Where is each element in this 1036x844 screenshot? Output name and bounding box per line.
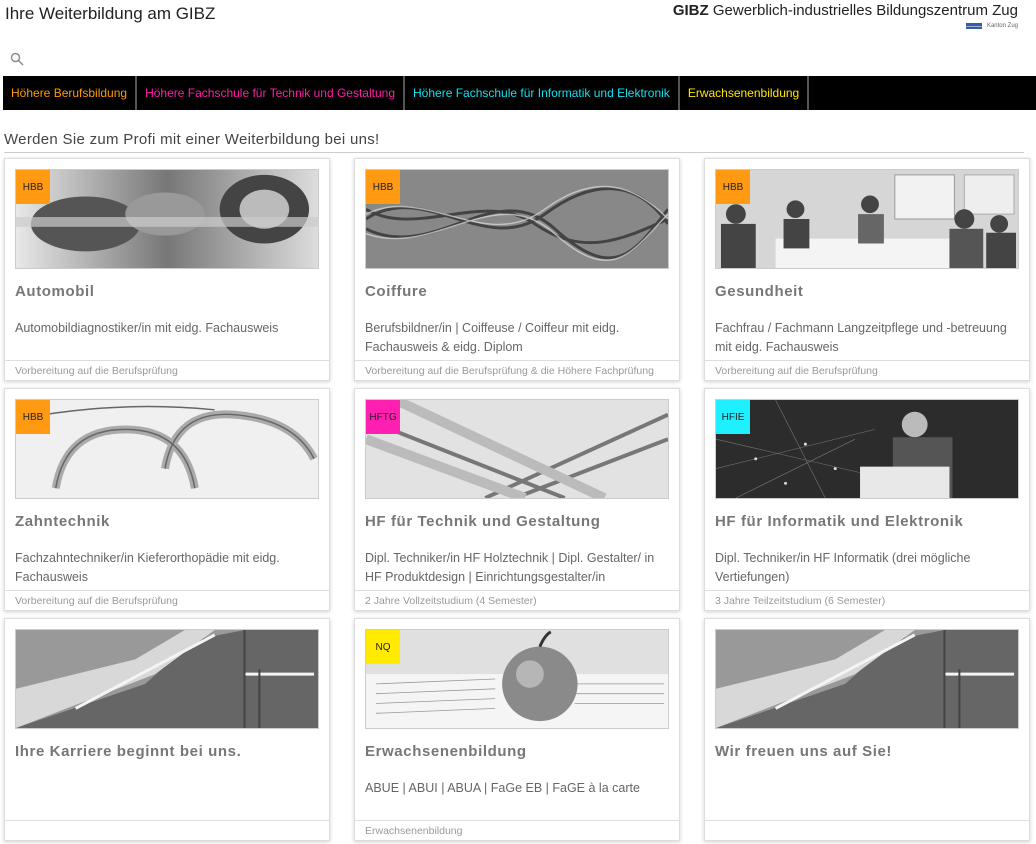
card-image[interactable]: NQ <box>365 629 669 729</box>
category-badge: HBB <box>366 170 400 204</box>
card-title[interactable]: HF für Technik und Gestaltung <box>365 513 600 530</box>
card-title[interactable]: Automobil <box>15 283 95 300</box>
nav-hf-technik-gestaltung[interactable]: Höhere Fachschule für Technik und Gestal… <box>137 76 406 110</box>
site-header: Ihre Weiterbildung am GIBZ GIBZ Gewerbli… <box>0 0 1036 76</box>
site-title[interactable]: Ihre Weiterbildung am GIBZ <box>5 4 215 24</box>
canton-label: Kanton Zug <box>986 23 1018 29</box>
course-card[interactable]: HFTG HF für Technik und Gestaltung Dipl. T… <box>354 388 680 611</box>
card-title[interactable]: Coiffure <box>365 283 427 300</box>
card-image[interactable]: HBB <box>15 169 319 269</box>
course-card[interactable]: Wir freuen uns auf Sie! <box>704 618 1030 841</box>
card-title[interactable]: Zahntechnik <box>15 513 110 530</box>
card-footer <box>705 820 1029 840</box>
course-card[interactable]: HBB Coiffure Berufsbildner/in | Coiffeuse … <box>354 158 680 381</box>
card-image[interactable]: HFIE <box>715 399 1019 499</box>
card-title[interactable]: Erwachsenenbildung <box>365 743 527 760</box>
card-description: Dipl. Techniker/in HF Holztechnik | Dipl… <box>365 551 655 584</box>
course-card[interactable]: HBB Automobil Automobildiagnostiker/in mit… <box>4 158 330 381</box>
course-card[interactable]: HFIE HF für Informatik und Elektronik Dipl… <box>704 388 1030 611</box>
card-image[interactable]: HBB <box>715 169 1019 269</box>
brand-short: GIBZ <box>672 2 709 19</box>
course-card[interactable]: HBB Gesundheit Fachfrau / Fachmann Langzei… <box>704 158 1030 381</box>
card-description: Fachfrau / Fachmann Langzeitpflege und -… <box>715 321 1007 354</box>
brand-logo[interactable]: GIBZ Gewerblich-industrielles Bildungsze… <box>673 2 1018 29</box>
card-footer: Vorbereitung auf die Berufsprüfung & die… <box>355 360 679 380</box>
category-badge: HFIE <box>716 400 750 434</box>
card-image[interactable] <box>15 629 319 729</box>
category-badge: HFTG <box>366 400 400 434</box>
brand-long: Gewerblich-industrielles Bildungszentrum… <box>708 2 1018 19</box>
brand-name: GIBZ Gewerblich-industrielles Bildungsze… <box>673 2 1018 19</box>
card-image[interactable] <box>715 629 1019 729</box>
card-footer: 2 Jahre Vollzeitstudium (4 Semester) <box>355 590 679 610</box>
main-navigation: Höhere Berufsbildung Höhere Fachschule f… <box>3 76 1036 110</box>
nav-hoehere-berufsbildung[interactable]: Höhere Berufsbildung <box>3 76 138 110</box>
card-footer <box>5 820 329 840</box>
course-card[interactable]: HBB Zahntechnik Fachzahntechniker/in Kiefe… <box>4 388 330 611</box>
nav-erwachsenenbildung[interactable]: Erwachsenenbildung <box>680 76 810 110</box>
card-image[interactable]: HBB <box>365 169 669 269</box>
card-title[interactable]: Wir freuen uns auf Sie! <box>715 743 892 760</box>
category-badge: HBB <box>716 170 750 204</box>
card-title[interactable]: Gesundheit <box>715 283 804 300</box>
canton-flag-icon <box>965 23 982 29</box>
card-title[interactable]: Ihre Karriere beginnt bei uns. <box>15 743 241 760</box>
card-image[interactable]: HBB <box>15 399 319 499</box>
divider <box>4 152 1024 153</box>
card-footer: Vorbereitung auf die Berufsprüfung <box>5 590 329 610</box>
card-footer: Vorbereitung auf die Berufsprüfung <box>5 360 329 380</box>
canton-mark: Kanton Zug <box>673 23 1018 29</box>
category-badge: HBB <box>16 170 50 204</box>
card-footer: 3 Jahre Teilzeitstudium (6 Semester) <box>705 590 1029 610</box>
category-badge: NQ <box>366 630 400 664</box>
card-description: Dipl. Techniker/in HF Informatik (drei m… <box>715 551 971 584</box>
search-icon[interactable] <box>10 52 24 66</box>
card-description: Automobildiagnostiker/in mit eidg. Facha… <box>15 321 279 335</box>
card-footer: Vorbereitung auf die Berufsprüfung <box>705 360 1029 380</box>
category-badge: HBB <box>16 400 50 434</box>
card-description: ABUE | ABUI | ABUA | FaGe EB | FaGE à la… <box>365 781 640 795</box>
card-title[interactable]: HF für Informatik und Elektronik <box>715 513 963 530</box>
card-description: Fachzahntechniker/in Kieferorthopädie mi… <box>15 551 280 584</box>
nav-hf-informatik-elektronik[interactable]: Höhere Fachschule für Informatik und Ele… <box>405 76 680 110</box>
card-image[interactable]: HFTG <box>365 399 669 499</box>
card-description: Berufsbildner/in | Coiffeuse / Coiffeur … <box>365 321 620 354</box>
card-footer: Erwachsenenbildung <box>355 820 679 840</box>
course-card[interactable]: Ihre Karriere beginnt bei uns. <box>4 618 330 841</box>
intro-heading: Werden Sie zum Profi mit einer Weiterbil… <box>4 131 380 148</box>
course-card[interactable]: NQ Erwachsenenbildung ABUE | ABUI | ABUA |… <box>354 618 680 841</box>
